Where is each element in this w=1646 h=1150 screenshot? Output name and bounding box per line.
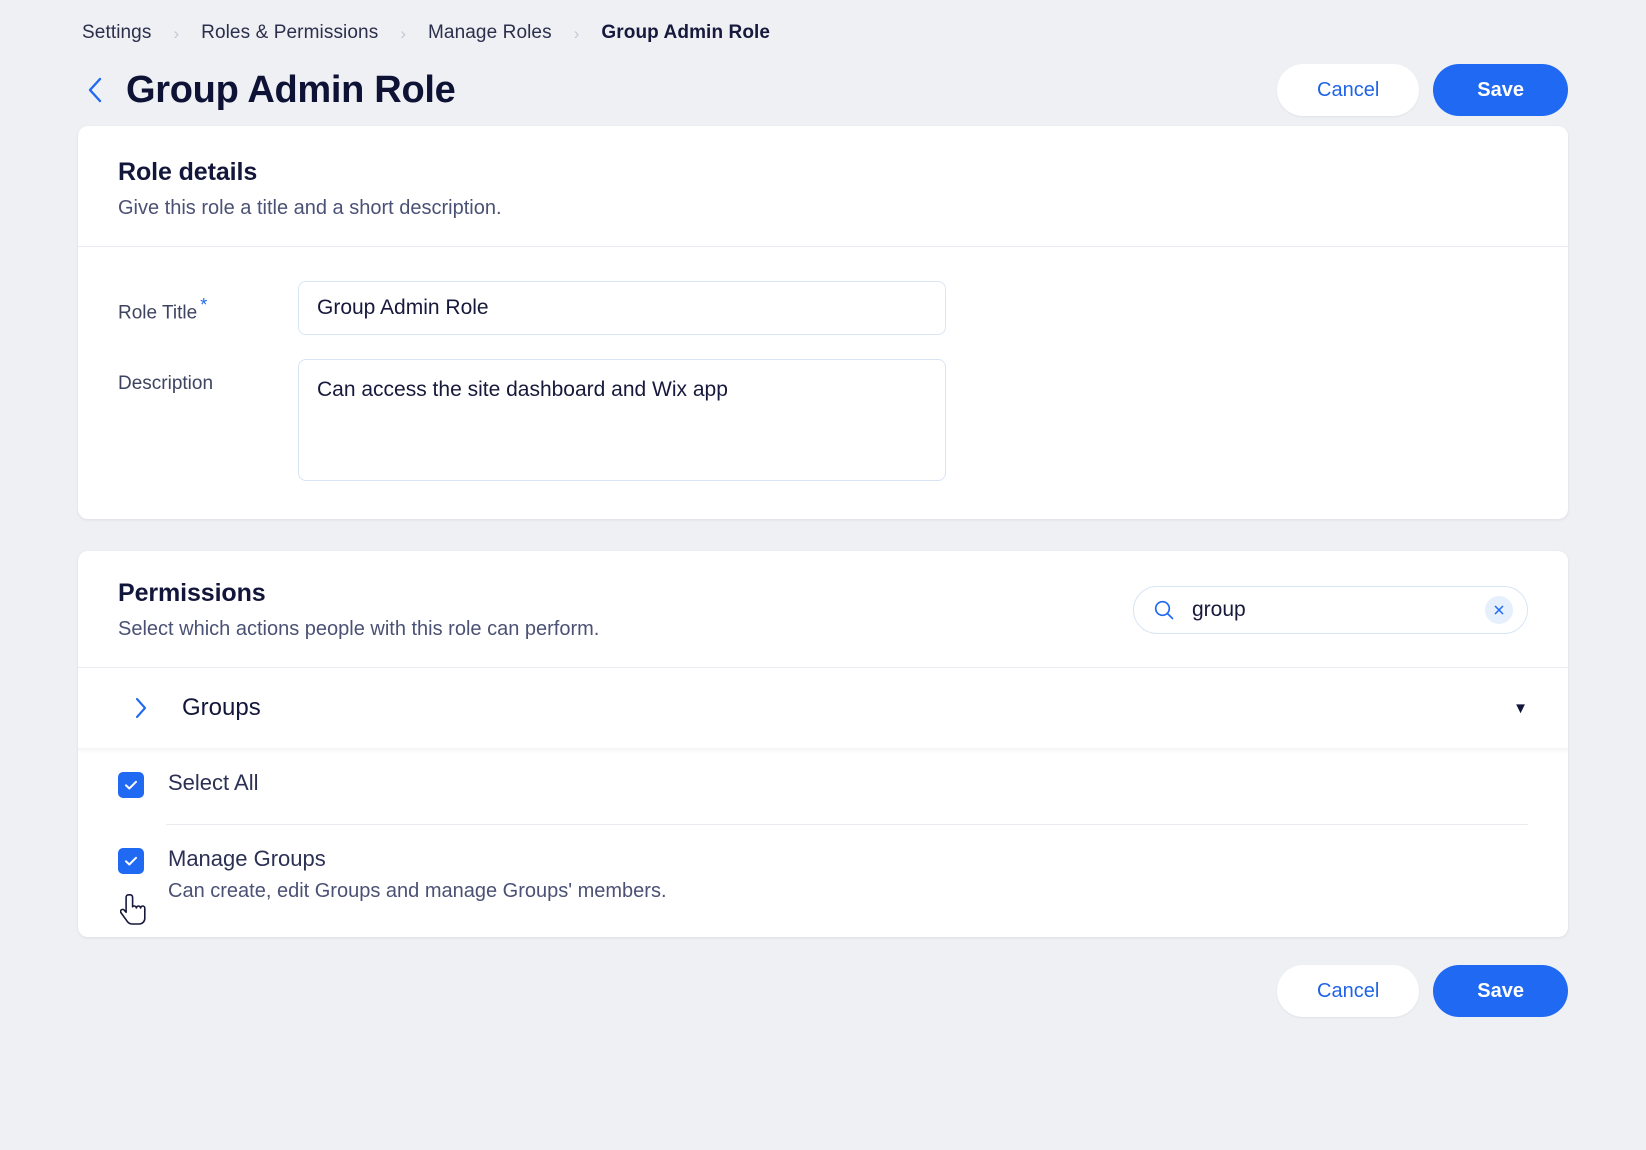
permissions-search[interactable] (1133, 586, 1528, 634)
search-input[interactable] (1190, 597, 1485, 623)
close-icon (1494, 605, 1504, 615)
manage-groups-checkbox[interactable] (118, 848, 144, 874)
description-label: Description (118, 373, 214, 394)
cancel-button-top[interactable]: Cancel (1277, 64, 1420, 116)
role-details-title: Role details (118, 158, 258, 186)
permission-item-select-all[interactable]: Select All (118, 748, 1528, 798)
breadcrumb-separator: › (573, 23, 580, 43)
search-icon (1152, 598, 1176, 622)
permission-list: Select All Manage Groups Can create, edi… (78, 748, 1568, 937)
page-title: Group Admin Role (126, 68, 456, 111)
role-details-subtitle: Give this role a title and a short descr… (118, 197, 502, 219)
page-header: Group Admin Role Cancel Save (0, 46, 1646, 126)
manage-groups-label: Manage Groups (168, 846, 326, 871)
cancel-button-bottom[interactable]: Cancel (1277, 965, 1420, 1018)
role-details-card: Role details Give this role a title and … (78, 126, 1568, 519)
breadcrumb-item-manage-roles[interactable]: Manage Roles (428, 22, 552, 44)
breadcrumb: Settings › Roles & Permissions › Manage … (0, 0, 1646, 46)
role-title-label: Role Title * (118, 281, 298, 324)
save-button-top[interactable]: Save (1433, 64, 1568, 116)
breadcrumb-separator: › (173, 23, 180, 43)
search-clear-button[interactable] (1485, 596, 1513, 624)
back-button[interactable] (78, 73, 112, 107)
header-actions: Cancel Save (1277, 64, 1568, 116)
breadcrumb-item-roles-permissions[interactable]: Roles & Permissions (201, 22, 378, 44)
permissions-header: Permissions Select which actions people … (78, 551, 1568, 668)
check-icon (125, 856, 137, 866)
check-icon (125, 780, 137, 790)
required-asterisk: * (200, 295, 208, 315)
chevron-down-icon[interactable]: ▼ (1513, 701, 1528, 716)
description-textarea[interactable] (298, 359, 946, 481)
description-row: Description (118, 359, 1528, 481)
select-all-checkbox[interactable] (118, 772, 144, 798)
breadcrumb-item-current: Group Admin Role (601, 22, 771, 43)
permissions-header-text: Permissions Select which actions people … (118, 579, 599, 641)
permissions-card: Permissions Select which actions people … (78, 551, 1568, 938)
role-title-label-text: Role Title (118, 302, 198, 324)
footer-actions: Cancel Save (0, 937, 1646, 1018)
permission-item-manage-groups[interactable]: Manage Groups Can create, edit Groups an… (118, 824, 1528, 903)
permission-group-label: Groups (182, 694, 261, 721)
breadcrumb-separator: › (400, 23, 406, 43)
select-all-label: Select All (168, 770, 259, 795)
role-title-row: Role Title * (118, 281, 1528, 335)
permission-group-groups[interactable]: Groups ▼ (78, 668, 1568, 748)
manage-groups-description: Can create, edit Groups and manage Group… (168, 880, 667, 903)
role-title-input[interactable] (298, 281, 946, 335)
role-details-header: Role details Give this role a title and … (78, 126, 1568, 247)
breadcrumb-item-settings[interactable]: Settings (82, 22, 151, 44)
select-all-text: Select All (168, 770, 259, 796)
permissions-subtitle: Select which actions people with this ro… (118, 618, 600, 640)
permissions-title: Permissions (118, 579, 266, 607)
chevron-right-icon[interactable] (128, 695, 154, 721)
chevron-left-icon (88, 77, 102, 103)
role-details-body: Role Title* Description (78, 247, 1568, 519)
save-button-bottom[interactable]: Save (1433, 965, 1568, 1018)
manage-groups-text: Manage Groups Can create, edit Groups an… (168, 846, 667, 903)
